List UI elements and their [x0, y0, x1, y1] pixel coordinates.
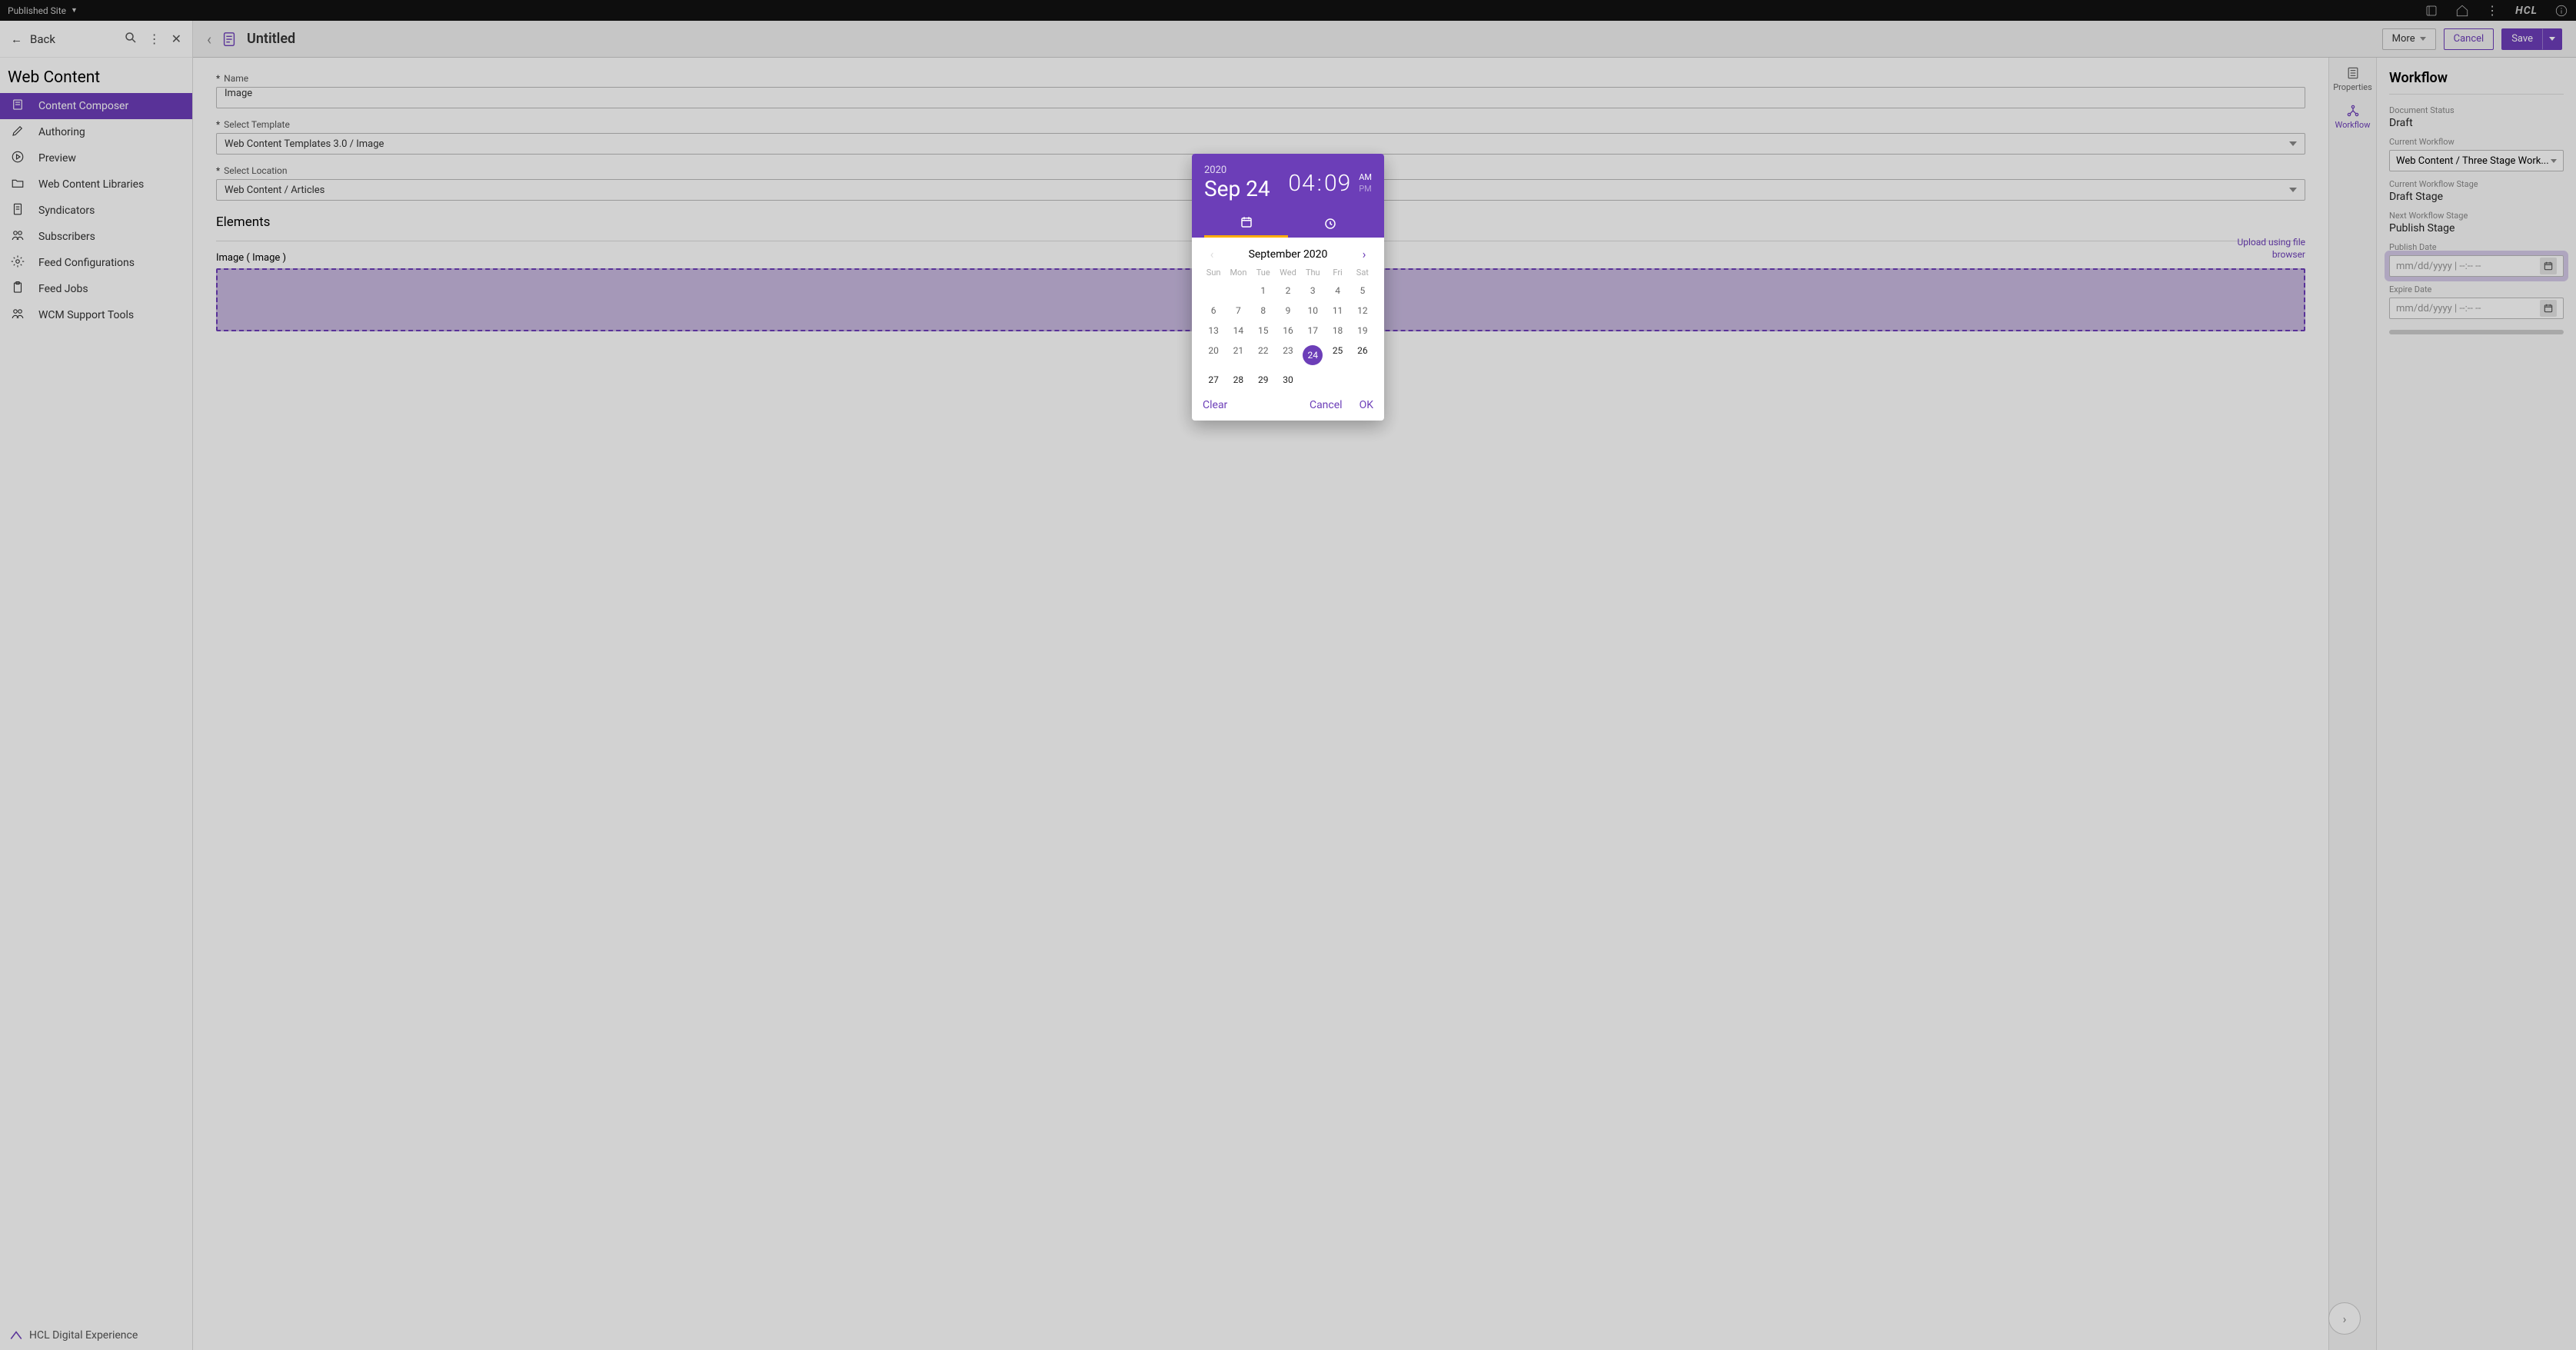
calendar-day[interactable]: 29 — [1251, 370, 1276, 390]
datepicker: 2020 Sep 24 04:09 AM PM — [1192, 154, 1384, 421]
calendar-day[interactable]: 3 — [1300, 281, 1325, 301]
calendar-day[interactable]: 15 — [1251, 321, 1276, 341]
calendar-day[interactable]: 18 — [1325, 321, 1350, 341]
dow-label: Wed — [1276, 264, 1300, 281]
modal-overlay[interactable]: 2020 Sep 24 04:09 AM PM — [0, 0, 2576, 1350]
calendar-day[interactable]: 21 — [1226, 341, 1250, 370]
calendar-day[interactable]: 20 — [1201, 341, 1226, 370]
dow-label: Thu — [1300, 264, 1325, 281]
calendar-day[interactable]: 12 — [1350, 301, 1375, 321]
month-title: September 2020 — [1249, 248, 1328, 261]
calendar-day[interactable]: 11 — [1325, 301, 1350, 321]
calendar-day[interactable]: 28 — [1226, 370, 1250, 390]
dow-label: Sat — [1350, 264, 1375, 281]
calendar-day[interactable]: 10 — [1300, 301, 1325, 321]
calendar-day[interactable]: 4 — [1325, 281, 1350, 301]
clear-button[interactable]: Clear — [1203, 399, 1227, 411]
dow-label: Fri — [1325, 264, 1350, 281]
calendar-day[interactable]: 19 — [1350, 321, 1375, 341]
next-month-button[interactable]: › — [1355, 247, 1373, 261]
calendar-day[interactable]: 25 — [1325, 341, 1350, 370]
calendar-grid: SunMonTueWedThuFriSat1234567891011121314… — [1201, 264, 1375, 390]
calendar-day[interactable]: 17 — [1300, 321, 1325, 341]
calendar-day[interactable]: 14 — [1226, 321, 1250, 341]
calendar-day[interactable]: 22 — [1251, 341, 1276, 370]
calendar-day[interactable]: 5 — [1350, 281, 1375, 301]
calendar-day[interactable]: 23 — [1276, 341, 1300, 370]
picker-ampm[interactable]: AM PM — [1359, 172, 1372, 194]
calendar-day[interactable]: 9 — [1276, 301, 1300, 321]
calendar-day[interactable]: 1 — [1251, 281, 1276, 301]
calendar-day[interactable]: 13 — [1201, 321, 1226, 341]
picker-year[interactable]: 2020 — [1204, 165, 1270, 176]
calendar-day[interactable]: 26 — [1350, 341, 1375, 370]
calendar-day[interactable]: 27 — [1201, 370, 1226, 390]
picker-ok-button[interactable]: OK — [1360, 399, 1373, 411]
picker-tab-date[interactable] — [1204, 209, 1288, 238]
pm-label[interactable]: PM — [1359, 184, 1372, 194]
picker-tab-time[interactable] — [1288, 209, 1372, 238]
calendar-day[interactable]: 8 — [1251, 301, 1276, 321]
am-label[interactable]: AM — [1359, 172, 1372, 182]
calendar-day[interactable]: 7 — [1226, 301, 1250, 321]
dow-label: Mon — [1226, 264, 1250, 281]
picker-cancel-button[interactable]: Cancel — [1310, 399, 1343, 411]
calendar-day[interactable]: 24 — [1300, 341, 1325, 370]
calendar-day[interactable]: 2 — [1276, 281, 1300, 301]
dow-label: Tue — [1251, 264, 1276, 281]
calendar-day[interactable]: 6 — [1201, 301, 1226, 321]
calendar-day[interactable]: 30 — [1276, 370, 1300, 390]
picker-date[interactable]: Sep 24 — [1204, 176, 1270, 201]
calendar-day[interactable]: 16 — [1276, 321, 1300, 341]
prev-month-button[interactable]: ‹ — [1203, 247, 1221, 261]
dow-label: Sun — [1201, 264, 1226, 281]
picker-time[interactable]: 04:09 — [1288, 170, 1351, 197]
